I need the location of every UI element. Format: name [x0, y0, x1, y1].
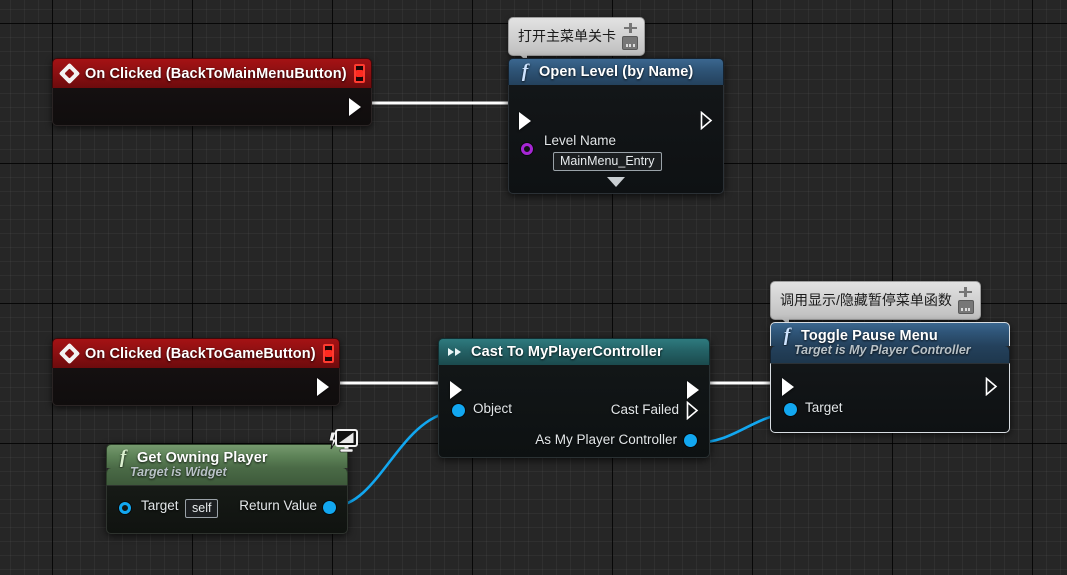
node-on-clicked-backtomainmenubutton[interactable]: On Clicked (BackToMainMenuButton) — [52, 58, 372, 126]
comment-text: 打开主菜单关卡 — [518, 28, 616, 44]
wire-owningplayer-object — [333, 410, 453, 508]
node-toggle-pause-menu[interactable]: f Toggle Pause Menu Target is My Player … — [770, 322, 1010, 433]
exec-out-pin[interactable] — [687, 381, 699, 399]
comment-bubble-open-main-menu-level[interactable]: 打开主菜单关卡 — [508, 17, 645, 62]
as-my-player-controller-pin[interactable] — [684, 434, 697, 447]
object-label: Object — [473, 401, 513, 416]
return-value-pin[interactable] — [323, 501, 336, 514]
exec-out-pin[interactable] — [317, 378, 329, 396]
node-open-level-by-name[interactable]: f Open Level (by Name) Level Name MainMe… — [508, 58, 724, 194]
cast-arrows-icon — [448, 345, 464, 359]
node-body: Target self Return Value — [106, 485, 348, 534]
node-title: Open Level (by Name) — [539, 64, 694, 80]
node-header[interactable]: On Clicked (BackToMainMenuButton) — [52, 58, 372, 88]
function-f-icon: f — [783, 325, 791, 346]
exec-in-pin[interactable] — [782, 378, 794, 396]
blueprint-graph-canvas[interactable]: 打开主菜单关卡 调用显示/隐藏暂停菜单函数 On Clicked (BackTo… — [0, 0, 1067, 575]
expand-caret-icon[interactable] — [509, 177, 723, 187]
client-only-monitor-icon — [325, 428, 358, 454]
target-label: Target — [141, 498, 179, 513]
node-header[interactable]: On Clicked (BackToGameButton) — [52, 338, 340, 368]
node-on-clicked-backtogamebutton[interactable]: On Clicked (BackToGameButton) — [52, 338, 340, 406]
comment-icons — [622, 23, 638, 50]
node-subtitle: Target is Widget — [130, 465, 227, 479]
node-get-owning-player[interactable]: f Get Owning Player Target is Widget Tar… — [106, 429, 358, 534]
note-icon[interactable] — [957, 300, 974, 314]
exec-in-pin[interactable] — [450, 381, 462, 399]
exec-out-pin[interactable] — [349, 98, 361, 116]
note-icon[interactable] — [622, 36, 638, 50]
exec-out-pin[interactable] — [985, 377, 998, 396]
event-diamond-icon — [58, 342, 81, 365]
exec-in-pin[interactable] — [519, 112, 531, 130]
node-header[interactable]: Cast To MyPlayerController — [438, 338, 710, 365]
event-diamond-icon — [58, 62, 81, 85]
node-body: Level Name MainMenu_Entry — [508, 85, 724, 194]
function-f-icon: f — [119, 447, 127, 468]
comment-bubble-toggle-pause-menu[interactable]: 调用显示/隐藏暂停菜单函数 — [770, 281, 981, 326]
as-my-player-controller-label: As My Player Controller — [535, 432, 677, 447]
node-title: On Clicked (BackToGameButton) — [85, 345, 316, 362]
delegate-square-icon[interactable] — [322, 344, 334, 363]
node-subtitle: Target is My Player Controller — [794, 343, 971, 357]
node-title: Toggle Pause Menu — [801, 328, 938, 344]
exec-out-pin[interactable] — [700, 111, 713, 130]
node-title: On Clicked (BackToMainMenuButton) — [85, 65, 347, 82]
node-body: Object Cast Failed As My Player Controll… — [438, 365, 710, 458]
node-title: Get Owning Player — [137, 450, 268, 466]
function-f-icon: f — [521, 61, 529, 82]
level-name-input[interactable]: MainMenu_Entry — [553, 152, 662, 171]
object-pin[interactable] — [452, 404, 465, 417]
target-pin[interactable] — [119, 502, 131, 514]
target-pin[interactable] — [784, 403, 797, 416]
target-self-value[interactable]: self — [185, 499, 219, 518]
delegate-square-icon[interactable] — [353, 64, 365, 83]
node-header[interactable]: f Open Level (by Name) — [508, 58, 724, 85]
node-cast-to-myplayercontroller[interactable]: Cast To MyPlayerController Object Cast F… — [438, 338, 710, 458]
node-subheader: Target is My Player Controller — [770, 343, 1010, 363]
node-body — [52, 368, 340, 406]
pin-icon[interactable] — [959, 287, 973, 298]
node-title: Cast To MyPlayerController — [471, 344, 663, 360]
level-name-pin[interactable] — [521, 143, 533, 155]
node-body — [52, 88, 372, 126]
node-subheader: Target is Widget — [106, 465, 348, 485]
comment-icons — [957, 287, 974, 314]
cast-failed-label: Cast Failed — [610, 402, 679, 417]
cast-failed-exec-pin[interactable] — [686, 401, 699, 420]
node-body: Target — [770, 363, 1010, 433]
target-label: Target — [805, 400, 843, 415]
return-value-label: Return Value — [239, 498, 317, 513]
comment-text: 调用显示/隐藏暂停菜单函数 — [780, 292, 952, 308]
level-name-label: Level Name — [544, 133, 617, 148]
pin-icon[interactable] — [623, 23, 637, 34]
